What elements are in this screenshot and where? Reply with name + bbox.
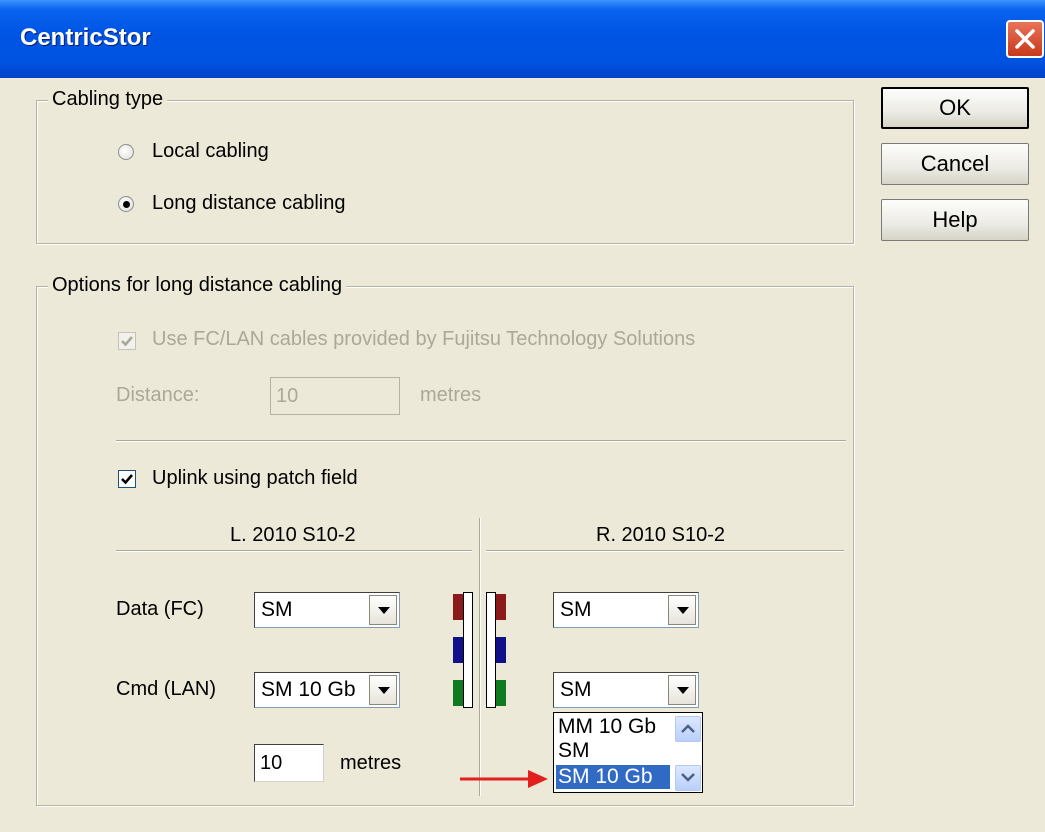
- checkmark-icon: [121, 474, 133, 485]
- combo-value: SM 10 Gb: [261, 678, 356, 701]
- long-distance-options-group: [36, 286, 854, 806]
- help-button[interactable]: Help: [881, 199, 1029, 241]
- distance-value: 10: [276, 385, 299, 407]
- chevron-down-icon: [378, 687, 390, 694]
- left-header-separator: [116, 550, 472, 552]
- red-plug-right: [496, 594, 506, 620]
- left-column-header: L. 2010 S10-2: [230, 524, 356, 546]
- chevron-down-icon: [378, 607, 390, 614]
- distance-label: Distance:: [116, 384, 200, 406]
- dropdown-button[interactable]: [369, 675, 397, 705]
- patch-panel-right: [486, 592, 496, 708]
- separator: [116, 440, 846, 442]
- uplink-patch-field-label[interactable]: Uplink using patch field: [152, 467, 358, 490]
- cancel-button[interactable]: Cancel: [881, 143, 1029, 185]
- cabling-type-group: [36, 100, 854, 244]
- patch-panel-left: [463, 592, 473, 708]
- right-data-fc-combobox[interactable]: SM: [553, 592, 699, 628]
- chevron-down-icon: [677, 687, 689, 694]
- red-arrow-icon: [460, 770, 548, 788]
- scroll-down-button[interactable]: [675, 765, 701, 791]
- long-distance-options-legend: Options for long distance cabling: [48, 274, 347, 297]
- red-plug-left: [453, 594, 463, 620]
- window-title: CentricStor: [20, 24, 151, 51]
- patch-length-unit-label: metres: [340, 752, 402, 774]
- blue-plug-right: [496, 637, 506, 663]
- center-separator: [479, 518, 481, 796]
- patch-length-value: 10: [260, 752, 283, 774]
- dropdown-option[interactable]: SM: [556, 739, 676, 763]
- cmd-lan-label: Cmd (LAN): [116, 678, 217, 700]
- ok-button[interactable]: OK: [881, 87, 1029, 129]
- green-plug-left: [453, 680, 463, 706]
- combo-value: SM: [560, 598, 592, 621]
- dropdown-option[interactable]: MM 10 Gb: [556, 715, 676, 739]
- combo-value: SM: [560, 678, 592, 701]
- use-fc-lan-cables-label: Use FC/LAN cables provided by Fujitsu Te…: [152, 328, 696, 350]
- right-column-header: R. 2010 S10-2: [596, 524, 725, 546]
- distance-unit-label: metres: [420, 384, 482, 406]
- chevron-down-icon: [681, 773, 695, 782]
- close-button[interactable]: [1006, 20, 1044, 58]
- right-header-separator: [486, 550, 844, 552]
- combo-value: SM: [261, 598, 293, 621]
- left-cmd-lan-combobox[interactable]: SM 10 Gb: [254, 672, 400, 708]
- local-cabling-label[interactable]: Local cabling: [152, 140, 269, 163]
- data-fc-label: Data (FC): [116, 598, 204, 620]
- use-fc-lan-cables-checkbox[interactable]: [118, 332, 136, 350]
- chevron-up-icon: [681, 724, 695, 733]
- cabling-type-legend: Cabling type: [48, 88, 168, 111]
- radio-selected-dot: [123, 201, 130, 208]
- cmd-lan-dropdown-list[interactable]: MM 10 Gb SM SM 10 Gb: [553, 712, 703, 793]
- scroll-up-button[interactable]: [675, 716, 701, 742]
- left-data-fc-combobox[interactable]: SM: [254, 592, 400, 628]
- dropdown-option-selected[interactable]: SM 10 Gb: [556, 765, 670, 789]
- long-distance-cabling-label[interactable]: Long distance cabling: [152, 192, 345, 215]
- title-bar[interactable]: [0, 0, 1045, 78]
- right-cmd-lan-combobox[interactable]: SM: [553, 672, 699, 708]
- long-distance-cabling-radio[interactable]: [118, 196, 134, 212]
- green-plug-right: [496, 680, 506, 706]
- local-cabling-radio[interactable]: [118, 144, 134, 160]
- dropdown-button[interactable]: [369, 595, 397, 625]
- dropdown-button[interactable]: [668, 595, 696, 625]
- blue-plug-left: [453, 637, 463, 663]
- uplink-patch-field-checkbox[interactable]: [118, 470, 136, 488]
- chevron-down-icon: [677, 607, 689, 614]
- close-icon: [1015, 29, 1035, 49]
- patch-length-field[interactable]: 10: [254, 744, 324, 782]
- distance-field[interactable]: 10: [270, 377, 400, 415]
- checkmark-icon: [121, 336, 133, 347]
- dropdown-button[interactable]: [668, 675, 696, 705]
